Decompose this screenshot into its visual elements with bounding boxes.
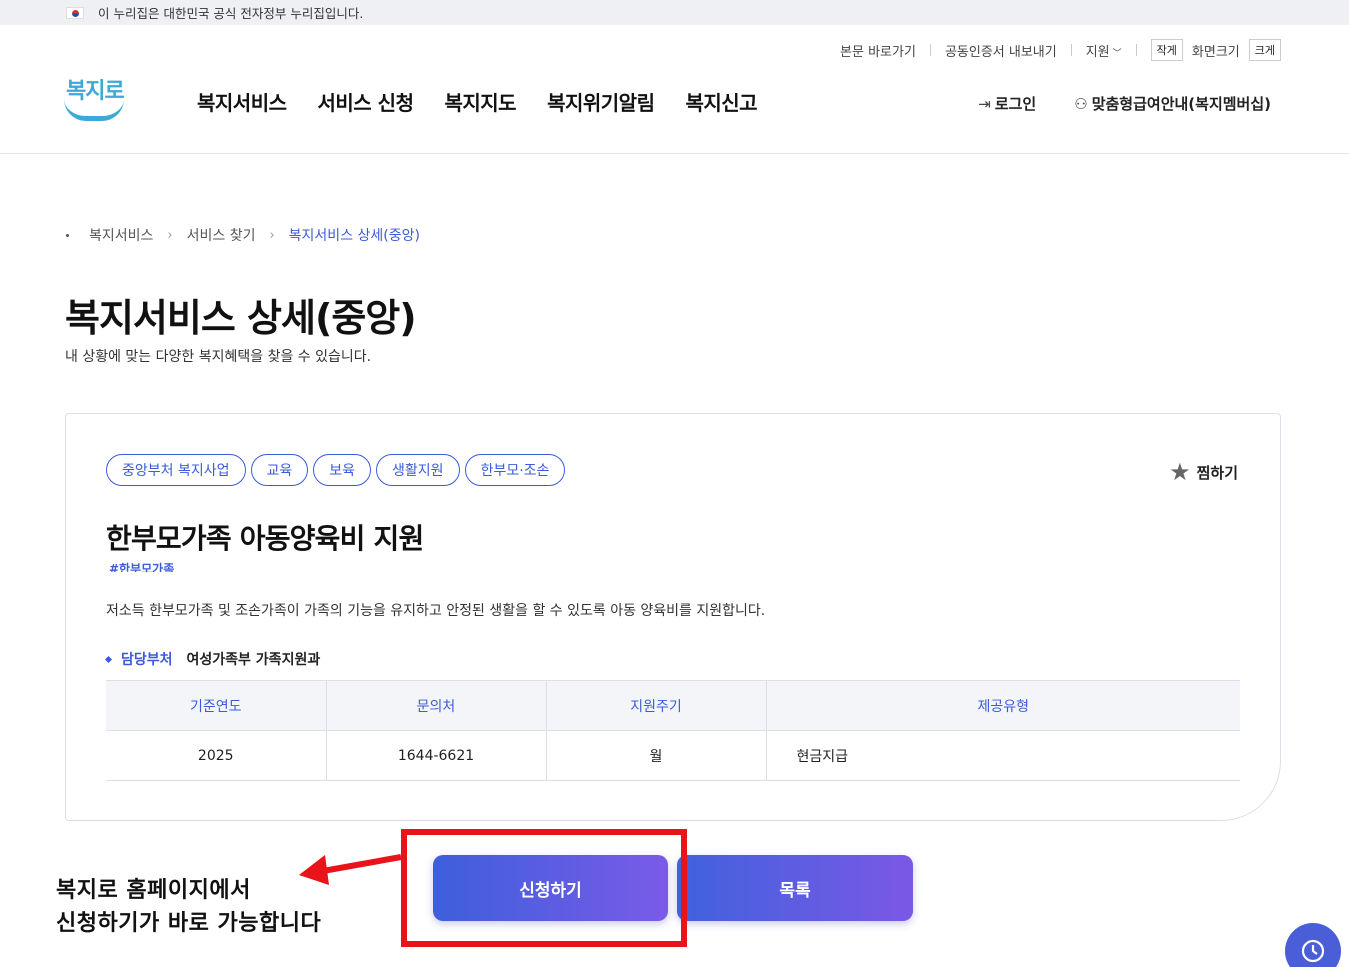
bullet-icon bbox=[104, 655, 113, 663]
nav-welfare-report[interactable]: 복지신고 bbox=[685, 87, 757, 116]
font-size-label: 화면크기 bbox=[1191, 44, 1240, 60]
membership-link[interactable]: ⚇ 맞춤형급여안내(복지멤버십) bbox=[1074, 93, 1271, 114]
page-title: 복지서비스 상세(중앙) bbox=[65, 296, 417, 340]
history-icon bbox=[1301, 939, 1325, 963]
table-cell: 현금지급 bbox=[765, 730, 1240, 781]
breadcrumb: 복지서비스 › 서비스 찾기 › 복지서비스 상세(중앙) bbox=[66, 225, 420, 245]
dept-label: 담당부처 bbox=[121, 652, 173, 668]
tag[interactable]: 보육 bbox=[313, 454, 372, 486]
login-link[interactable]: ⇥ 로그인 bbox=[978, 93, 1036, 114]
table-cell: 1644-6621 bbox=[325, 730, 546, 781]
service-description: 저소득 한부모가족 및 조손가족이 가족의 기능을 유지하고 안정된 생활을 할… bbox=[106, 603, 766, 619]
skip-link[interactable]: 본문 바로가기 bbox=[840, 41, 916, 60]
tag[interactable]: 중앙부처 복지사업 bbox=[106, 454, 246, 486]
breadcrumb-item[interactable]: 복지서비스 bbox=[89, 225, 153, 245]
korea-flag-icon bbox=[66, 6, 84, 19]
service-card: 중앙부처 복지사업 교육 보육 생활지원 한부모·조손 ★ 찜하기 한부모가족 … bbox=[65, 413, 1281, 821]
gov-banner: 이 누리집은 대한민국 공식 전자정부 누리집입니다. bbox=[0, 0, 1349, 25]
cert-export-link[interactable]: 공동인증서 내보내기 bbox=[945, 41, 1057, 60]
site-header: 본문 바로가기 공동인증서 내보내기 지원 ﹀ 작게 화면크기 크게 복지로 복지… bbox=[0, 25, 1349, 154]
tag[interactable]: 생활지원 bbox=[376, 454, 460, 486]
list-button[interactable]: 목록 bbox=[677, 855, 913, 921]
nav-welfare-service[interactable]: 복지서비스 bbox=[197, 87, 287, 116]
hashtag-link[interactable]: #한부모가족 bbox=[109, 560, 174, 572]
tag[interactable]: 한부모·조손 bbox=[464, 454, 566, 486]
header-actions: ⇥ 로그인 ⚇ 맞춤형급여안내(복지멤버십) bbox=[978, 93, 1271, 114]
utility-menu: 본문 바로가기 공동인증서 내보내기 지원 ﹀ 작게 화면크기 크게 bbox=[840, 39, 1281, 61]
table-header: 제공유형 bbox=[765, 680, 1240, 731]
home-dot-icon bbox=[66, 233, 69, 237]
chevron-right-icon: › bbox=[167, 227, 173, 243]
gov-banner-text: 이 누리집은 대한민국 공식 전자정부 누리집입니다. bbox=[98, 6, 364, 21]
table-header: 지원주기 bbox=[545, 680, 766, 731]
support-dropdown[interactable]: 지원 ﹀ bbox=[1086, 41, 1122, 60]
annotation-line: 복지로 홈페이지에서 bbox=[56, 878, 251, 903]
chevron-down-icon: ﹀ bbox=[1112, 48, 1122, 59]
main-nav: 복지서비스 서비스 신청 복지지도 복지위기알림 복지신고 bbox=[197, 87, 758, 116]
highlight-box bbox=[401, 829, 687, 947]
page-subtitle: 내 상황에 맞는 다양한 복지혜택을 찾을 수 있습니다. bbox=[65, 349, 372, 365]
recent-history-button[interactable] bbox=[1285, 923, 1341, 967]
department-info: 담당부처 여성가족부 가족지원과 bbox=[104, 649, 321, 669]
favorite-button[interactable]: ★ 찜하기 bbox=[1169, 458, 1238, 486]
annotation-text: 복지로 홈페이지에서 신청하기가 바로 가능합니다 bbox=[56, 874, 321, 940]
table-row: 2025 1644-6621 월 현금지급 bbox=[106, 730, 1240, 781]
table-header-row: 기준연도 문의처 지원주기 제공유형 bbox=[106, 680, 1240, 731]
annotation-line: 신청하기가 바로 가능합니다 bbox=[56, 911, 322, 936]
service-info-table: 기준연도 문의처 지원주기 제공유형 2025 1644-6621 월 현금지급 bbox=[106, 680, 1240, 781]
tag-list: 중앙부처 복지사업 교육 보육 생활지원 한부모·조손 bbox=[106, 454, 566, 486]
font-large-button[interactable]: 크게 bbox=[1248, 39, 1281, 61]
login-icon: ⇥ bbox=[978, 95, 991, 113]
service-title: 한부모가족 아동양육비 지원 bbox=[106, 522, 424, 555]
breadcrumb-current: 복지서비스 상세(중앙) bbox=[288, 228, 420, 244]
user-add-icon: ⚇ bbox=[1074, 95, 1088, 113]
table-cell: 월 bbox=[545, 730, 766, 781]
tag[interactable]: 교육 bbox=[250, 454, 309, 486]
star-icon: ★ bbox=[1169, 458, 1191, 486]
dept-value: 여성가족부 가족지원과 bbox=[186, 652, 321, 668]
table-header: 문의처 bbox=[325, 680, 546, 731]
breadcrumb-item[interactable]: 서비스 찾기 bbox=[187, 225, 256, 245]
nav-crisis-alert[interactable]: 복지위기알림 bbox=[547, 87, 655, 116]
table-cell: 2025 bbox=[106, 730, 326, 781]
bokjiro-logo[interactable]: 복지로 bbox=[64, 73, 126, 125]
nav-welfare-map[interactable]: 복지지도 bbox=[444, 87, 516, 116]
table-header: 기준연도 bbox=[106, 680, 326, 731]
nav-service-apply[interactable]: 서비스 신청 bbox=[318, 87, 414, 116]
chevron-right-icon: › bbox=[269, 227, 275, 243]
font-small-button[interactable]: 작게 bbox=[1150, 39, 1183, 61]
